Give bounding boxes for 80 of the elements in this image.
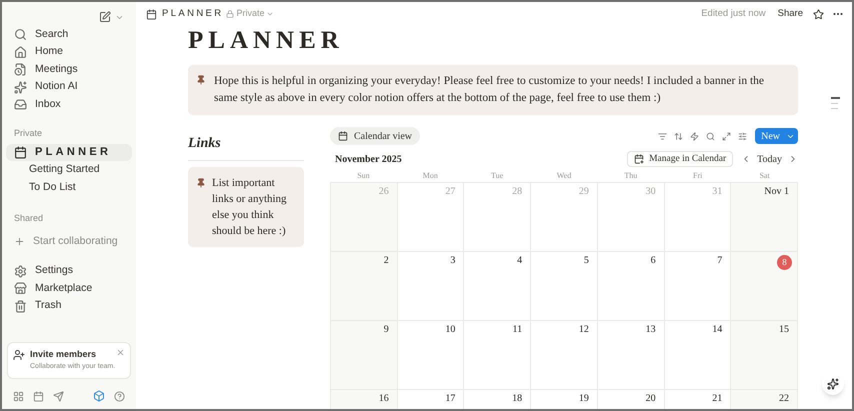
sidebar-item[interactable]: Meetings	[2, 61, 136, 78]
today-button[interactable]: Today	[757, 152, 782, 166]
day-cell[interactable]: 13	[598, 321, 665, 390]
day-cell[interactable]: 5	[531, 252, 598, 321]
section-heading: Shared	[13, 212, 44, 225]
sidebar-item[interactable]: Marketplace	[2, 280, 136, 298]
day-number: 21	[712, 393, 724, 405]
manage-calendar-button[interactable]: Manage in Calendar	[627, 151, 734, 167]
page-title: PLANNER	[188, 27, 345, 55]
day-cell[interactable]: 12	[531, 321, 598, 390]
new-button[interactable]: New	[755, 128, 798, 144]
day-number: 20	[646, 393, 657, 405]
edited-status: Edited just now	[701, 6, 766, 21]
day-number: Nov 1	[764, 186, 790, 198]
day-number: 16	[378, 393, 390, 405]
day-number: 26	[378, 186, 390, 198]
day-number: 9	[384, 324, 390, 336]
day-cell[interactable]: 21	[664, 390, 732, 409]
day-number: 2	[384, 255, 390, 267]
day-number: 18	[512, 393, 524, 405]
day-cell[interactable]: 15	[731, 321, 798, 390]
day-cell[interactable]: 4	[464, 252, 532, 321]
sidebar-item[interactable]: Home	[2, 44, 136, 61]
day-number: 5	[584, 255, 590, 267]
day-cell[interactable]: 17	[398, 390, 464, 409]
links-heading: Links	[188, 133, 304, 161]
month-title: November 2025	[335, 152, 402, 166]
today-date: 8	[777, 255, 792, 270]
weekday-label: Tue	[490, 170, 504, 182]
weekday-label: Sun	[356, 170, 371, 182]
day-cell[interactable]: 8	[731, 252, 798, 321]
day-number: 12	[578, 324, 590, 336]
callout-text: Hope this is helpful in organizing your everyday! Please feel free to customize to your needs! I included a banner in the same style as above in every color notion offers at the bottom of the page, feel free to use them :)	[214, 74, 766, 106]
section-heading: Private	[13, 126, 44, 140]
sidebar-page[interactable]: To Do List	[6, 179, 132, 196]
day-number: 19	[578, 393, 590, 405]
day-number: 11	[512, 324, 524, 336]
sidebar-item[interactable]: Inbox	[2, 96, 136, 114]
day-cell[interactable]: 7	[664, 252, 732, 321]
weekday-label: Sat	[758, 170, 771, 182]
invite-title: Invite members	[30, 348, 98, 361]
day-cell[interactable]: 11	[464, 321, 532, 390]
day-number: 4	[517, 255, 524, 267]
day-number: 13	[646, 324, 657, 336]
day-number: 22	[779, 393, 790, 405]
sidebar-item[interactable]: Search	[2, 26, 136, 44]
weekday-label: Fri	[692, 170, 704, 182]
day-number: 29	[578, 186, 590, 198]
day-number: 15	[779, 324, 790, 336]
weekday-label: Thu	[623, 170, 638, 182]
day-cell[interactable]: 2	[331, 252, 398, 321]
day-number: 3	[450, 255, 456, 267]
day-number: 17	[445, 393, 456, 405]
day-cell[interactable]: Nov 1	[731, 183, 798, 252]
sidebar-item[interactable]: Notion AI	[2, 78, 136, 96]
day-number: 31	[712, 186, 724, 198]
sidebar-page[interactable]: PLANNER	[6, 144, 132, 161]
day-cell[interactable]: 9	[331, 321, 398, 390]
weekday-label: Mon	[422, 170, 439, 182]
day-cell[interactable]: 14	[664, 321, 732, 390]
view-tab[interactable]: Calendar view	[330, 127, 420, 145]
links-callout-text: List important links or anything else you think should be here :)	[212, 176, 288, 239]
day-number: 10	[445, 324, 456, 336]
day-number: 28	[512, 186, 524, 198]
day-number: 30	[646, 186, 657, 198]
day-number: 14	[712, 324, 724, 336]
day-cell[interactable]: 22	[731, 390, 798, 409]
sidebar-item[interactable]: Trash	[2, 297, 136, 315]
day-cell[interactable]: 6	[598, 252, 665, 321]
day-number: 7	[717, 255, 724, 267]
weekday-label: Wed	[556, 170, 572, 182]
day-cell[interactable]: 3	[398, 252, 464, 321]
sidebar-item[interactable]: Settings	[2, 262, 136, 280]
day-cell[interactable]: 10	[398, 321, 464, 390]
day-number: 6	[650, 255, 657, 267]
day-number: 27	[445, 186, 456, 198]
sidebar-page[interactable]: Getting Started	[6, 162, 132, 178]
share-button[interactable]: Share	[778, 6, 803, 22]
day-cell[interactable]: 16	[331, 390, 398, 409]
breadcrumb[interactable]: PLANNER	[162, 6, 224, 22]
